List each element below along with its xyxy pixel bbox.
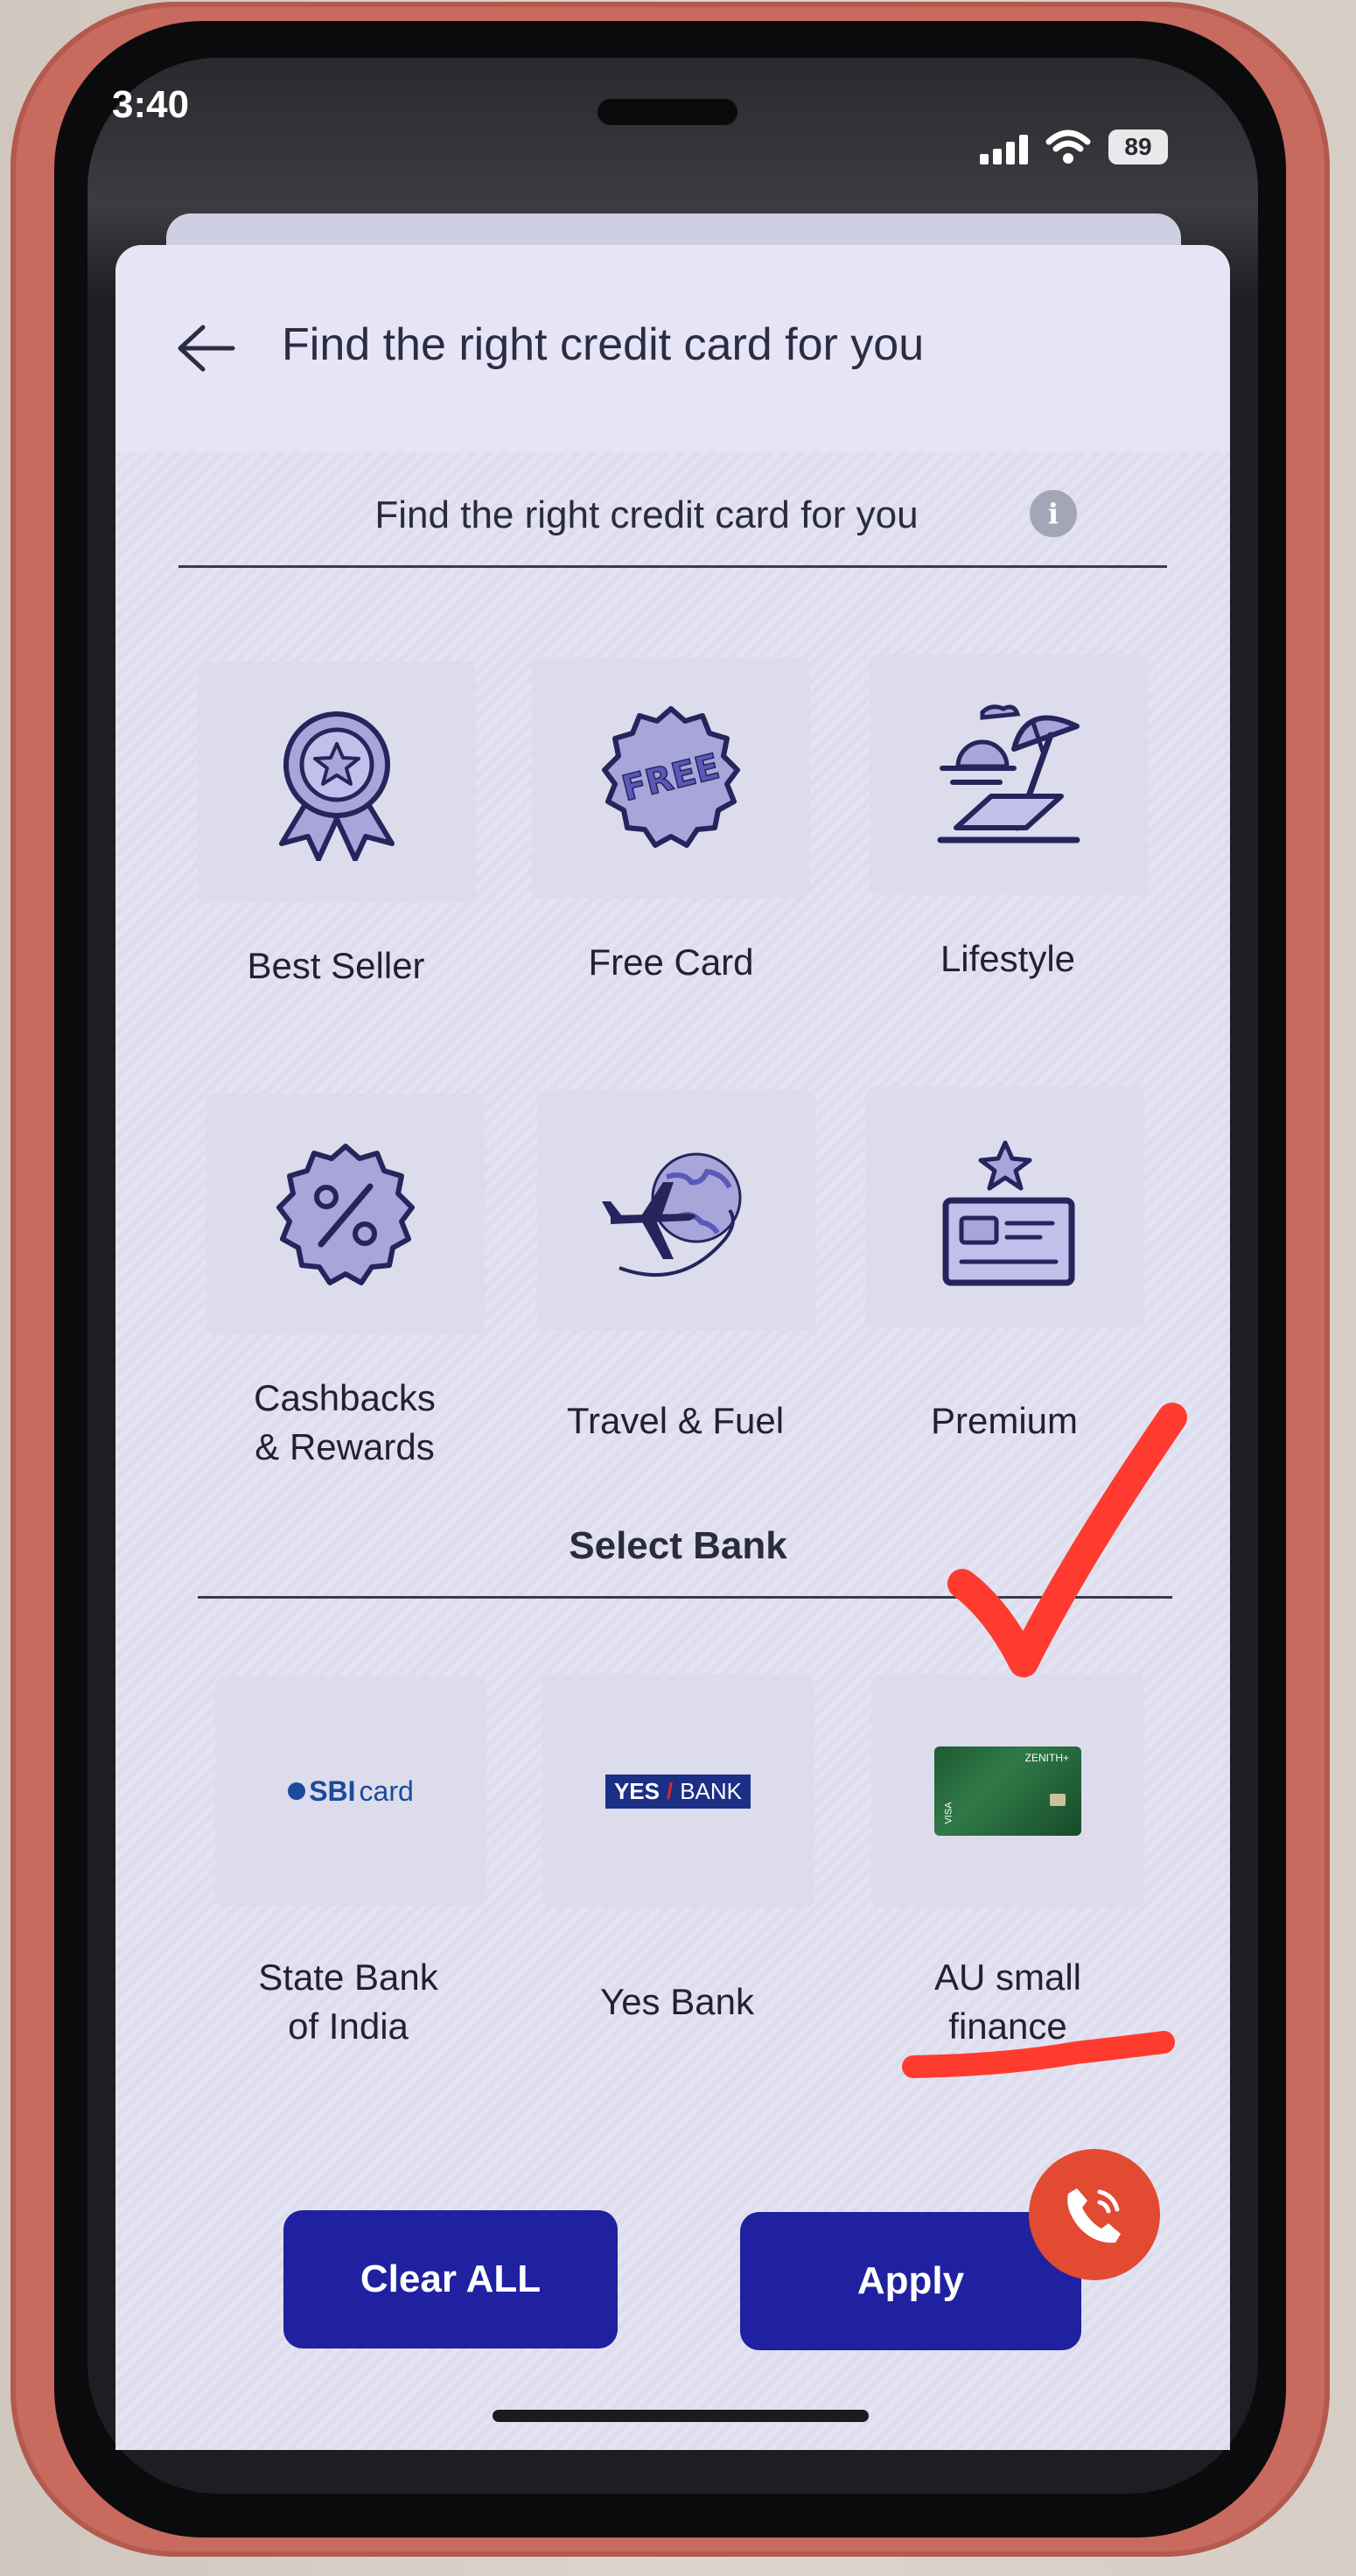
category-tile-lifestyle[interactable]: [870, 654, 1148, 895]
dynamic-island: [598, 99, 737, 125]
card-network-text: VISA: [943, 1802, 954, 1824]
bank-tile-sbi[interactable]: SBI card: [215, 1676, 486, 1906]
category-label-premium: Premium: [930, 1400, 1079, 1441]
award-ribbon-icon: [279, 710, 395, 861]
phone-call-icon: [1067, 2188, 1121, 2244]
bank-section-title: Select Bank: [569, 1524, 787, 1567]
sbi-logo-text: SBI: [309, 1774, 356, 1807]
category-label-travel-fuel: Travel & Fuel: [566, 1400, 785, 1441]
status-icons: 89: [980, 130, 1168, 164]
star-card-icon: [942, 1140, 1075, 1285]
info-icon[interactable]: i: [1030, 490, 1077, 537]
card-brand-text: ZENITH+: [1024, 1752, 1069, 1764]
call-support-button[interactable]: [1029, 2149, 1160, 2280]
free-badge-icon: FREE: [602, 705, 740, 848]
clear-all-button[interactable]: Clear ALL: [283, 2210, 618, 2348]
plane-globe-icon: [602, 1152, 742, 1277]
percent-badge-icon: [276, 1143, 415, 1285]
yes-bank-logo: YES / BANK: [605, 1774, 751, 1809]
filter-sheet: Find the right credit card for you Find …: [115, 245, 1230, 2450]
back-arrow-icon[interactable]: [171, 322, 241, 374]
page-title: Find the right credit card for you: [282, 319, 925, 370]
sbi-logo-mark-icon: [288, 1782, 306, 1800]
section-divider: [178, 565, 1167, 568]
category-tile-best-seller[interactable]: [198, 662, 476, 902]
au-card-image: ZENITH+ VISA: [934, 1746, 1081, 1836]
wifi-icon: [1045, 130, 1091, 164]
bank-section-divider: [198, 1596, 1172, 1599]
card-chip-icon: [1050, 1794, 1066, 1806]
category-label-best-seller: Best Seller: [247, 945, 425, 986]
category-label-cashbacks: Cashbacks & Rewards: [254, 1377, 436, 1467]
category-tile-premium[interactable]: [866, 1087, 1144, 1327]
battery-indicator: 89: [1108, 130, 1168, 164]
apply-button[interactable]: Apply: [740, 2212, 1081, 2350]
sbi-logo: SBI card: [288, 1775, 414, 1808]
category-tile-free-card[interactable]: FREE: [532, 658, 810, 899]
category-tile-travel-fuel[interactable]: [537, 1090, 815, 1331]
category-label-free-card: Free Card: [588, 942, 754, 983]
bank-tile-au[interactable]: ZENITH+ VISA: [871, 1675, 1144, 1908]
bank-logo-text: BANK: [680, 1777, 743, 1804]
home-indicator: [493, 2410, 869, 2422]
beach-umbrella-icon: [937, 704, 1080, 843]
bank-label-sbi: State Bank of India: [258, 1956, 438, 2047]
sbi-logo-suffix: card: [359, 1774, 414, 1807]
status-time: 3:40: [112, 83, 190, 126]
bank-label-yes: Yes Bank: [600, 1981, 754, 2022]
category-tile-cashbacks[interactable]: [206, 1094, 485, 1334]
filter-body: Find the right credit card for you i FRE…: [115, 452, 1230, 2450]
category-label-lifestyle: Lifestyle: [940, 938, 1076, 979]
yes-logo-tick-icon: /: [666, 1777, 674, 1804]
signal-icon: [980, 135, 1028, 164]
bank-label-au: AU small finance: [933, 1956, 1082, 2047]
yes-logo-text: YES: [613, 1777, 660, 1804]
sheet-header: Find the right credit card for you: [115, 245, 1230, 452]
bank-tile-yes[interactable]: YES / BANK: [542, 1675, 814, 1908]
